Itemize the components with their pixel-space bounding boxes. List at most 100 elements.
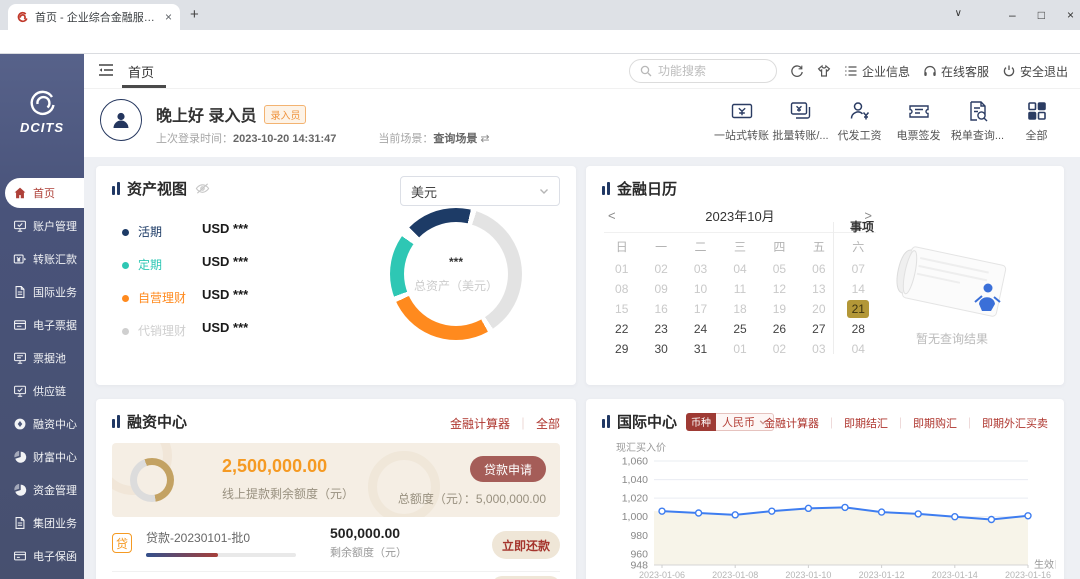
calendar-date-cell[interactable]: 01: [720, 339, 759, 359]
window-minimize-button[interactable]: –: [1009, 8, 1016, 22]
calendar-date-cell[interactable]: 11: [720, 279, 759, 299]
intl-link[interactable]: 即期购汇: [913, 415, 957, 431]
calendar-date-cell[interactable]: 02: [760, 339, 799, 359]
theme-skin-icon[interactable]: [817, 64, 831, 78]
exchange-rate-chart: 现汇买入价1,0601,0401,0201,0009809609482023-0…: [596, 439, 1056, 579]
calendar-date-cell[interactable]: 30: [641, 339, 680, 359]
calendar-date-cell[interactable]: 17: [681, 299, 720, 319]
sidebar-item-icon: [13, 285, 27, 299]
tab-home[interactable]: 首页: [128, 62, 154, 81]
window-menu-icon[interactable]: ∨: [955, 8, 962, 19]
sidebar-item[interactable]: 集团业务: [0, 506, 84, 539]
calendar-date-cell[interactable]: 09: [641, 279, 680, 299]
calendar-date-cell[interactable]: 29: [602, 339, 641, 359]
sidebar-item-icon: [13, 417, 27, 431]
legend-value: USD ***: [202, 221, 248, 236]
calendar-date-cell[interactable]: 08: [602, 279, 641, 299]
sidebar-item-label: 票据池: [33, 350, 66, 366]
calendar-date-cell[interactable]: 12: [760, 279, 799, 299]
quick-action[interactable]: 全部: [1007, 97, 1066, 143]
calendar-date-cell[interactable]: 01: [602, 259, 641, 279]
screen: 首页 - 企业综合金融服务平台 × + ∨ – □ × ← → ↻ ⚠ 不安全 …: [0, 0, 1080, 579]
calendar-date-cell[interactable]: 24: [681, 319, 720, 339]
calendar-date-cell[interactable]: 04: [720, 259, 759, 279]
sidebar-item[interactable]: 融资中心: [0, 407, 84, 440]
window-close-button[interactable]: ×: [1067, 8, 1074, 22]
tab-close-icon[interactable]: ×: [165, 10, 172, 24]
quick-action[interactable]: 税单查询...: [948, 97, 1007, 143]
header-link[interactable]: 安全退出: [1002, 63, 1068, 80]
calendar-date-cell[interactable]: 03: [681, 259, 720, 279]
calendar-date-cell[interactable]: 22: [602, 319, 641, 339]
calendar-date-cell[interactable]: 05: [760, 259, 799, 279]
sidebar-item[interactable]: 票据池: [0, 341, 84, 374]
calendar-date-cell[interactable]: 31: [681, 339, 720, 359]
quick-action-icon: [1025, 99, 1049, 123]
calendar-date-cell[interactable]: 16: [641, 299, 680, 319]
sidebar-item[interactable]: 供应链: [0, 374, 84, 407]
svg-text:980: 980: [630, 530, 648, 542]
intl-link[interactable]: 金融计算器: [764, 415, 819, 431]
quick-action[interactable]: 一站式转账: [712, 97, 771, 143]
header-link[interactable]: 企业信息: [844, 63, 910, 80]
eye-off-icon[interactable]: [195, 181, 210, 196]
sidebar-item[interactable]: 财富中心: [0, 440, 84, 473]
favicon: [16, 11, 29, 24]
scene-switch-icon[interactable]: ⇄: [480, 133, 489, 145]
calendar-date-cell[interactable]: 15: [602, 299, 641, 319]
window-maximize-button[interactable]: □: [1038, 8, 1045, 22]
calendar-date-cell[interactable]: 07: [839, 259, 878, 279]
loan-progress-bar: [146, 553, 296, 557]
intl-panel-title: 国际中心: [617, 411, 677, 432]
financing-link[interactable]: 金融计算器: [450, 415, 510, 432]
repay-now-button[interactable]: 立即还款: [492, 531, 560, 559]
sidebar-menu: 首页 账户管理 转账汇款 国际业务 电子票据 票据池: [0, 176, 84, 572]
asset-legend: 活期 USD *** 定期 USD *** 自营理财 USD *** 代销理财 …: [122, 223, 312, 355]
intl-link[interactable]: 即期结汇: [844, 415, 888, 431]
sidebar-item[interactable]: 转账汇款: [0, 242, 84, 275]
calendar-date-cell[interactable]: 14: [839, 279, 878, 299]
sidebar-item-label: 资金管理: [33, 482, 77, 498]
quick-action[interactable]: 电票签发: [889, 97, 948, 143]
financing-center-panel: 融资中心 金融计算器｜全部 2,500,000.00 线上提款剩余额度（元） 贷…: [96, 399, 576, 579]
header-link-icon: [1002, 64, 1016, 78]
new-tab-button[interactable]: +: [190, 6, 199, 23]
search-input[interactable]: [658, 64, 758, 78]
calendar-date-cell[interactable]: 02: [641, 259, 680, 279]
calendar-date-cell[interactable]: 21: [839, 299, 878, 319]
sidebar-item[interactable]: 账户管理: [0, 209, 84, 242]
calendar-date-cell[interactable]: 23: [641, 319, 680, 339]
sidebar-item[interactable]: 电子保函: [0, 539, 84, 572]
intl-link[interactable]: 即期外汇买卖: [982, 415, 1048, 431]
collapse-menu-icon[interactable]: [98, 63, 114, 77]
calendar-date-cell[interactable]: 18: [720, 299, 759, 319]
financing-link[interactable]: 全部: [536, 415, 560, 432]
refresh-icon[interactable]: [790, 64, 804, 78]
legend-label: 定期: [138, 256, 162, 273]
calendar-date-cell[interactable]: 25: [720, 319, 759, 339]
browser-navbar: ← → ↻ ⚠ 不安全 | 10.7.19.22:8999/fpaas_buck…: [0, 30, 1080, 54]
sidebar-item-icon: [13, 384, 27, 398]
calendar-date-cell[interactable]: 10: [681, 279, 720, 299]
sidebar-item-icon: [13, 351, 27, 365]
calendar-date-cell[interactable]: 26: [760, 319, 799, 339]
quick-action[interactable]: 代发工资: [830, 97, 889, 143]
weekday-label: 一: [641, 235, 680, 259]
browser-tab[interactable]: 首页 - 企业综合金融服务平台 ×: [8, 4, 180, 30]
calendar-prev-icon[interactable]: <: [608, 208, 616, 223]
currency-kind-select[interactable]: 币种 人民币: [686, 413, 774, 431]
sidebar-item-label: 国际业务: [33, 284, 77, 300]
function-search[interactable]: [629, 59, 777, 83]
svg-text:2023-01-10: 2023-01-10: [785, 570, 831, 579]
header-link[interactable]: 在线客服: [923, 63, 989, 80]
sidebar-item[interactable]: 国际业务: [0, 275, 84, 308]
remaining-credit-amount: 2,500,000.00: [222, 456, 327, 477]
sidebar-item[interactable]: 首页: [5, 178, 84, 208]
loan-apply-button[interactable]: 贷款申请: [470, 456, 546, 482]
quick-action[interactable]: 批量转账/...: [771, 97, 830, 143]
weekday-label: 三: [720, 235, 759, 259]
currency-select[interactable]: 美元: [400, 176, 560, 206]
calendar-date-cell[interactable]: 19: [760, 299, 799, 319]
sidebar-item[interactable]: 电子票据: [0, 308, 84, 341]
sidebar-item[interactable]: 资金管理: [0, 473, 84, 506]
